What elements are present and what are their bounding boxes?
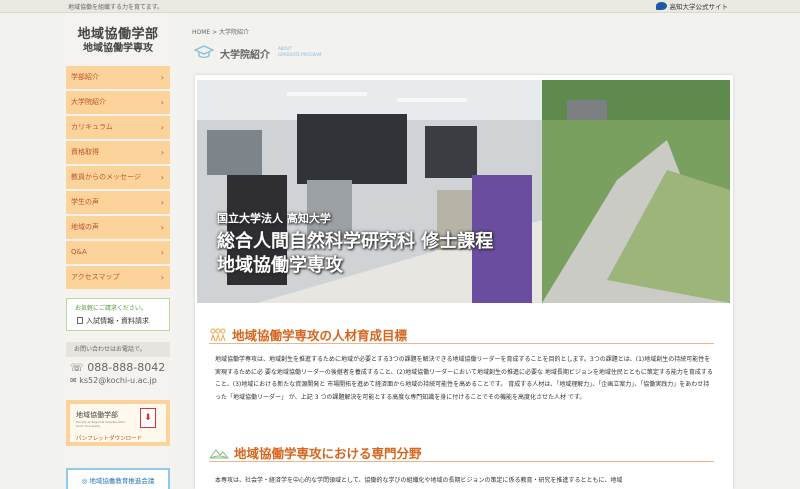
phone-icon: ☏ [70,361,88,374]
council-link[interactable]: ◎ 地域協働教育推進会議 [66,468,170,489]
document-icon [77,317,83,324]
goals-paragraph: 地域協働学専攻は、地域創生を推進するために地域が必要とする3つの課題を解決できる… [215,356,713,401]
hero-caption: 国立大学法人 高知大学 総合人間自然科学研究科 修士課程 地域協働学専攻 [217,210,493,278]
graduation-cap-icon [194,45,214,59]
pamphlet-download-label: パンフレットダウンロード [76,436,143,442]
main-content: HOME > 大学院紹介 大学院紹介 ABOUT GRADUATE PROGRAM [174,14,800,489]
mountain-icon [209,448,229,458]
email-address[interactable]: ✉ ks52@kochi-u.ac.jp [66,376,170,388]
people-icon [210,328,226,341]
breadcrumb[interactable]: HOME > 大学院紹介 [192,27,249,36]
hero-graduate-school: 総合人間自然科学研究科 修士課程 [217,231,494,252]
request-materials-button[interactable]: お気軽にご請求ください。 入試情報・資料請求 [66,298,170,331]
chevron-right-icon: › [160,173,164,182]
content-card: 国立大学法人 高知大学 総合人間自然科学研究科 修士課程 地域協働学専攻 地域協… [195,75,733,489]
chevron-right-icon: › [160,123,164,132]
sidebar: 地域協働学部 地域協働学専攻 学部紹介 › 大学院紹介 › カリキュラム › 資格取得… [62,14,174,489]
official-site-link[interactable]: 高知大学公式サイト [655,1,729,11]
divider [209,343,714,344]
chevron-right-icon: › [160,198,164,207]
request-note: お気軽にご請求ください。 [75,305,147,312]
fields-paragraph: 本専攻は、社会学・経済学を中心的な学問領域として、協働的な学びの組織化や地域の長… [215,477,623,484]
pdf-icon: ⬇ [140,408,156,428]
chevron-right-icon: › [160,98,164,107]
site-logo[interactable]: 地域協働学部 地域協働学専攻 [66,27,170,55]
nav-item-faculty[interactable]: 学部紹介 › [66,66,170,89]
hero-image: 国立大学法人 高知大学 総合人間自然科学研究科 修士課程 地域協働学専攻 [197,80,730,303]
divider [209,461,714,462]
chevron-right-icon: › [160,148,164,157]
hero-program: 地域協働学専攻 [217,255,343,276]
nav-item-student-voice[interactable]: 学生の声 › [66,191,170,214]
nav-item-access-map[interactable]: アクセスマップ › [66,266,170,289]
chevron-right-icon: › [160,73,164,82]
chevron-right-icon: › [160,248,164,257]
chevron-right-icon: › [160,223,164,232]
official-site-label: 高知大学公式サイト [669,3,729,11]
page-header: 大学院紹介 ABOUT GRADUATE PROGRAM [194,41,384,65]
section-title-fields: 地域協働学専攻における専門分野 [209,443,422,462]
university-logo-icon [655,2,667,10]
nav-item-curriculum[interactable]: カリキュラム › [66,116,170,139]
hero-university: 国立大学法人 高知大学 [217,212,331,225]
pamphlet-subtitle: Faculty of Regional Collaboration Kochi … [76,420,126,428]
pamphlet-name: 地域協働学部 [76,411,118,419]
side-nav: 学部紹介 › 大学院紹介 › カリキュラム › 資格取得 › 教員からのメッセージ › 学… [66,66,170,291]
nav-item-region-voice[interactable]: 地域の声 › [66,216,170,239]
nav-item-qualifications[interactable]: 資格取得 › [66,141,170,164]
nav-item-teacher-message[interactable]: 教員からのメッセージ › [66,166,170,189]
page-title-en: ABOUT GRADUATE PROGRAM [278,46,322,57]
site-subtitle: 地域協働学専攻 [83,43,153,54]
nav-item-graduate[interactable]: 大学院紹介 › [66,91,170,114]
tagline: 地域協働を組織する力を育てます。 [68,4,164,11]
nav-item-qa[interactable]: Q&A › [66,241,170,264]
site-title: 地域協働学部 [77,27,159,42]
top-bar: 地域協働を組織する力を育てます。 高知大学公式サイト [0,0,800,13]
chevron-right-icon: › [160,273,164,282]
mail-icon: ✉ [70,376,80,385]
phone-number: ☏ 088-888-8042 [70,361,166,374]
contact-heading: お問い合わせはお電話で。 [66,342,170,357]
request-label: 入試情報・資料請求 [86,317,149,325]
section-title-goals: 地域協働学専攻の人材育成目標 [209,325,407,344]
pamphlet-download-button[interactable]: 地域協働学部 Faculty of Regional Collaboration… [66,400,170,446]
page-title: 大学院紹介 [220,50,270,61]
